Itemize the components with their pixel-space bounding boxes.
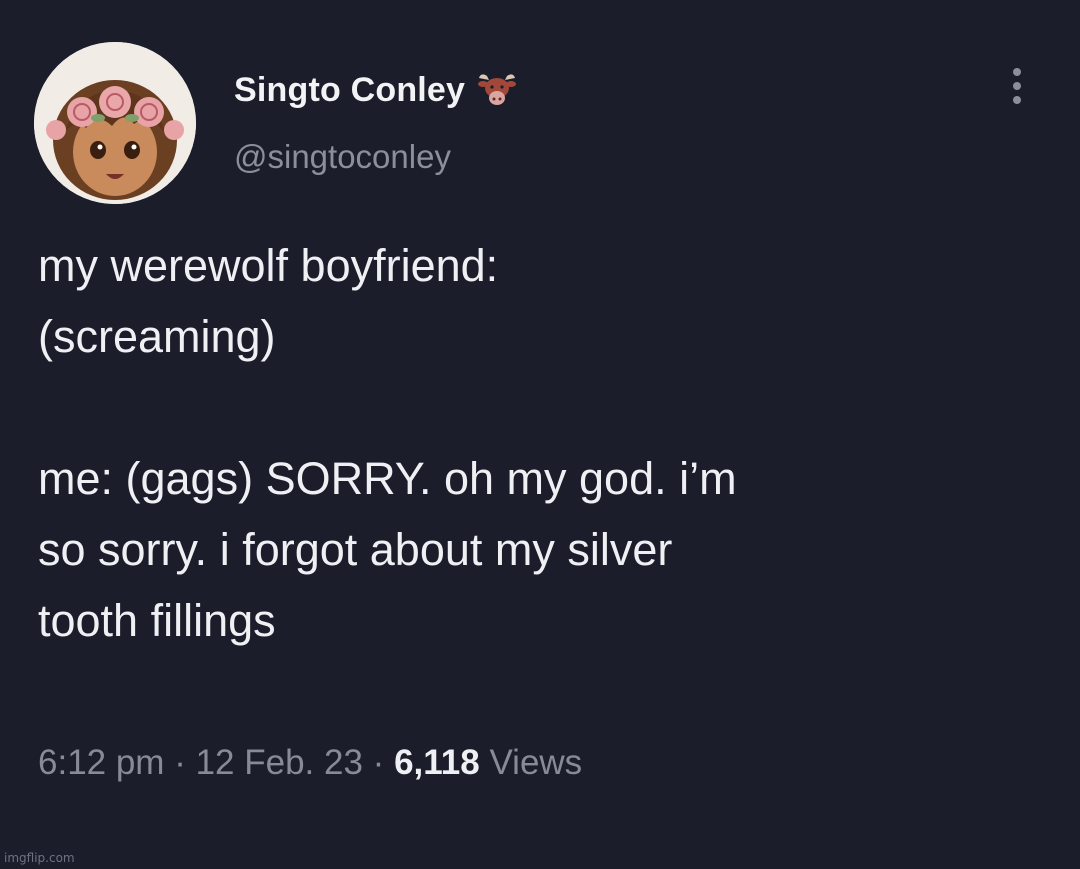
tweet-time[interactable]: 6:12 pm xyxy=(38,743,164,782)
tweet-line: my werewolf boyfriend: xyxy=(38,240,499,291)
avatar-illustration xyxy=(34,42,196,204)
watermark: imgflip.com xyxy=(4,851,75,865)
tweet-line: me: (gags) SORRY. oh my god. i’m xyxy=(38,453,737,504)
tweet-card: Singto Conley @singtoconley my werewolf … xyxy=(0,0,1080,869)
user-handle[interactable]: @singtoconley xyxy=(234,138,451,176)
display-name[interactable]: Singto Conley xyxy=(234,71,465,110)
tweet-date[interactable]: 12 Feb. 23 xyxy=(196,743,363,782)
meta-separator: · xyxy=(372,743,385,782)
avatar[interactable] xyxy=(34,42,196,204)
views-count: 6,118 xyxy=(394,743,480,782)
tweet-line: so sorry. i forgot about my silver xyxy=(38,524,673,575)
tweet-line: (screaming) xyxy=(38,311,276,362)
views-label: Views xyxy=(489,743,583,782)
name-row: Singto Conley xyxy=(234,70,519,110)
tweet-line: tooth fillings xyxy=(38,595,276,646)
tweet-text: my werewolf boyfriend: (screaming) me: (… xyxy=(38,230,1048,656)
tweet-meta: 6:12 pm · 12 Feb. 23 · 6,118 Views xyxy=(38,743,582,783)
meta-separator: · xyxy=(174,743,186,782)
bull-head-icon xyxy=(475,70,519,110)
more-options-icon[interactable] xyxy=(1010,68,1024,112)
paragraph-break xyxy=(38,372,1048,443)
